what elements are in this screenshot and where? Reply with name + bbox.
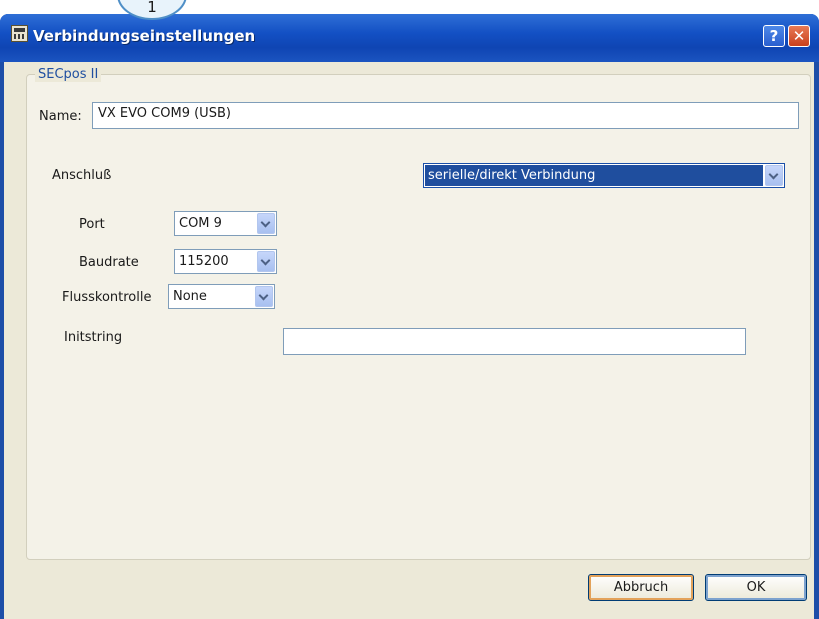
dialog-window: Verbindungseinstellungen ? ✕ SECpos II N… <box>0 14 819 619</box>
initstring-input[interactable] <box>283 328 746 355</box>
callout-number: 1 <box>147 0 157 16</box>
dialog-client-area: SECpos II Name: VX EVO COM9 (USB) Anschl… <box>4 62 814 619</box>
close-button[interactable]: ✕ <box>788 25 810 47</box>
baudrate-label: Baudrate <box>79 255 139 270</box>
help-button[interactable]: ? <box>763 25 785 47</box>
ok-button[interactable]: OK <box>705 574 807 601</box>
cancel-button[interactable]: Abbruch <box>588 574 694 601</box>
name-input[interactable]: VX EVO COM9 (USB) <box>92 102 799 129</box>
anschluss-label: Anschluß <box>52 168 112 183</box>
port-select[interactable]: COM 9 <box>174 211 277 236</box>
flusskontrolle-label: Flusskontrolle <box>62 290 152 305</box>
port-label: Port <box>79 217 105 232</box>
baudrate-value: 115200 <box>179 254 229 269</box>
port-value: COM 9 <box>179 216 222 231</box>
flusskontrolle-value: None <box>173 289 207 304</box>
title-bar[interactable]: Verbindungseinstellungen ? ✕ <box>0 14 819 62</box>
chevron-down-icon[interactable] <box>765 165 783 186</box>
terminal-app-icon <box>11 25 28 42</box>
secpos-groupbox <box>26 74 811 560</box>
window-title: Verbindungseinstellungen <box>33 27 256 45</box>
flusskontrolle-select[interactable]: None <box>168 284 275 309</box>
baudrate-select[interactable]: 115200 <box>174 249 277 274</box>
close-icon: ✕ <box>792 27 806 45</box>
chevron-down-icon[interactable] <box>257 251 275 272</box>
anschluss-select[interactable]: serielle/direkt Verbindung <box>423 163 785 188</box>
group-label: SECpos II <box>35 67 102 82</box>
initstring-label: Initstring <box>64 330 123 345</box>
anschluss-value: serielle/direkt Verbindung <box>428 168 596 183</box>
chevron-down-icon[interactable] <box>255 286 273 307</box>
question-mark-icon: ? <box>769 27 779 45</box>
name-label: Name: <box>39 109 82 124</box>
chevron-down-icon[interactable] <box>257 213 275 234</box>
